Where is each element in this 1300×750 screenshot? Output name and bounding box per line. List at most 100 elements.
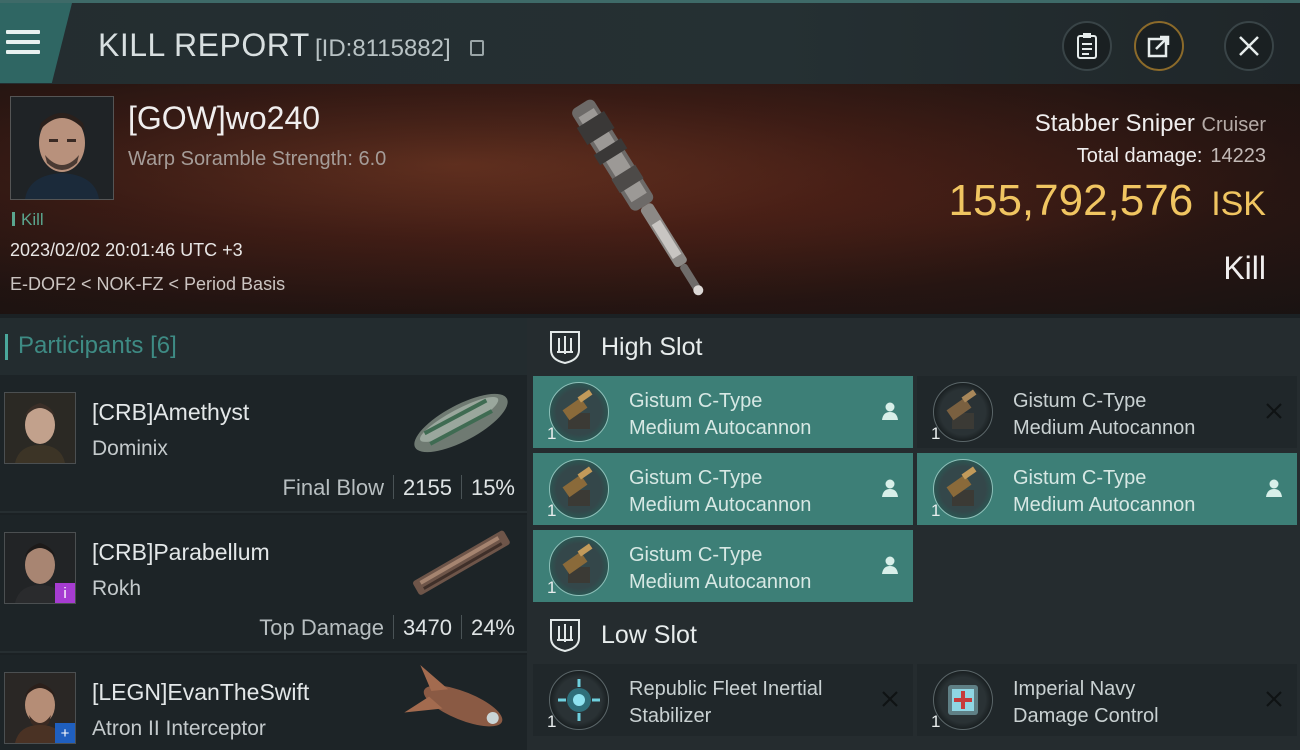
participant-damage: 3470 <box>403 615 452 640</box>
participant-avatar[interactable] <box>4 392 76 464</box>
menu-icon <box>6 30 40 54</box>
participant-ship: Rokh <box>92 577 142 600</box>
clipboard-button[interactable] <box>1062 21 1112 71</box>
module-name-line2: Stabilizer <box>629 705 712 727</box>
participants-header[interactable]: Participants [6] <box>0 318 527 375</box>
participant-ship: Atron II Interceptor <box>92 717 266 740</box>
module-quantity: 1 <box>547 501 557 520</box>
participants-label: Participants <box>18 332 144 359</box>
info-badge-icon: i <box>55 583 75 603</box>
participant-ship-render <box>404 664 503 727</box>
total-damage-label: Total damage: <box>1076 145 1203 167</box>
module-name: Gistum C-Type Medium Autocannon <box>1013 465 1195 519</box>
participant-ship-render <box>413 530 510 595</box>
module-name-line2: Medium Autocannon <box>629 494 812 516</box>
kill-timestamp: 2023/02/02 20:01:46 UTC +3 <box>10 240 243 260</box>
participant-stats: Top Damage 3470 24% <box>259 615 515 641</box>
module-name-line2: Medium Autocannon <box>1013 494 1196 516</box>
low-slot-header: Low Slot <box>527 606 1300 663</box>
destroyed-x-icon <box>1266 403 1282 419</box>
module-quantity: 1 <box>931 712 941 731</box>
module-quantity: 1 <box>547 578 557 597</box>
module-name-line1: Gistum C-Type <box>1013 467 1147 489</box>
victim-ship-class: Cruiser <box>1201 114 1266 136</box>
victim-name: [GOW]wo240 <box>128 100 321 136</box>
participant-row[interactable]: [CRB]Amethyst Dominix Final Blow 2155 15% <box>0 375 527 513</box>
share-button[interactable] <box>1134 21 1184 71</box>
share-icon <box>1147 35 1170 58</box>
module-name: Gistum C-Type Medium Autocannon <box>1013 388 1195 442</box>
module-name-line2: Medium Autocannon <box>629 417 812 439</box>
module-quantity: 1 <box>547 712 557 731</box>
damage-control-icon <box>933 670 993 730</box>
high-slot-title: High Slot <box>601 333 703 361</box>
module-name: Gistum C-Type Medium Autocannon <box>629 388 811 442</box>
module-name-line1: Gistum C-Type <box>629 390 763 412</box>
participant-ship-render <box>414 393 508 453</box>
close-icon <box>1239 36 1259 56</box>
module-item[interactable]: 1 Gistum C-Type Medium Autocannon <box>533 376 913 448</box>
kill-result: Kill <box>1223 250 1266 286</box>
module-quantity: 1 <box>931 424 941 443</box>
module-quantity: 1 <box>547 424 557 443</box>
participant-row[interactable]: i [CRB]Parabellum Rokh Top Damage 3470 24% <box>0 515 527 653</box>
high-slot-header: High Slot <box>527 318 1300 375</box>
autocannon-icon <box>933 459 993 519</box>
module-name: Gistum C-Type Medium Autocannon <box>629 465 811 519</box>
module-quantity: 1 <box>931 501 941 520</box>
kill-tag: Kill <box>12 210 44 230</box>
module-item[interactable]: 1 Gistum C-Type Medium Autocannon <box>533 453 913 525</box>
total-damage-value: 14223 <box>1210 145 1266 167</box>
kill-tag-label: Kill <box>21 210 44 229</box>
autocannon-icon <box>549 459 609 519</box>
autocannon-icon <box>549 536 609 596</box>
participant-avatar[interactable]: i <box>4 532 76 604</box>
total-damage: Total damage: 14223 <box>1077 145 1266 168</box>
module-item[interactable]: 1 Gistum C-Type Medium Autocannon <box>917 453 1297 525</box>
dropped-person-icon <box>882 479 898 497</box>
victim-ship-name: Stabber Sniper <box>1034 110 1195 137</box>
inertial-stabilizer-icon <box>549 670 609 730</box>
participant-role: Top Damage <box>259 615 384 640</box>
victim-avatar[interactable] <box>10 96 114 200</box>
dropped-person-icon <box>882 402 898 420</box>
module-item[interactable]: 1 Gistum C-Type Medium Autocannon <box>917 376 1297 448</box>
close-button[interactable] <box>1224 21 1274 71</box>
dropped-person-icon <box>882 556 898 574</box>
participant-percent: 15% <box>470 475 515 500</box>
participant-avatar[interactable]: + <box>4 672 76 744</box>
destroyed-x-icon <box>882 691 898 707</box>
participant-name: [LEGN]EvanTheSwift <box>92 679 310 705</box>
participant-role: Final Blow <box>282 475 384 500</box>
module-item[interactable]: 1 Gistum C-Type Medium Autocannon <box>533 530 913 602</box>
scramble-strength: Warp Soramble Strength: 6.0 <box>128 148 387 170</box>
module-name-line1: Gistum C-Type <box>629 544 763 566</box>
module-name-line2: Damage Control <box>1013 705 1159 727</box>
module-name-line1: Gistum C-Type <box>1013 390 1147 412</box>
kill-location: E-DOF2 < NOK-FZ < Period Basis <box>10 274 286 294</box>
menu-button[interactable] <box>0 3 72 83</box>
module-name: Imperial Navy Damage Control <box>1013 676 1159 730</box>
participant-stats: Final Blow 2155 15% <box>283 475 515 501</box>
participant-percent: 24% <box>470 615 515 640</box>
isk-unit: ISK <box>1211 185 1266 223</box>
participants-count: [6] <box>150 332 177 359</box>
copy-icon[interactable] <box>470 40 484 56</box>
plus-badge-icon: + <box>55 723 75 743</box>
module-name-line1: Imperial Navy <box>1013 678 1136 700</box>
participant-row[interactable]: + [LEGN]EvanTheSwift Atron II Intercepto… <box>0 655 527 750</box>
destroyed-x-icon <box>1266 691 1282 707</box>
victim-ship: Stabber Sniper Cruiser <box>1035 110 1266 138</box>
low-slot-icon <box>550 619 580 652</box>
clipboard-icon <box>1077 33 1097 59</box>
autocannon-icon <box>549 382 609 442</box>
isk-value: 155,792,576 ISK <box>949 176 1267 226</box>
module-item[interactable]: 1 Imperial Navy Damage Control <box>917 664 1297 736</box>
participant-name: [CRB]Amethyst <box>92 399 250 425</box>
dropped-person-icon <box>1266 479 1282 497</box>
module-name-line2: Medium Autocannon <box>1013 417 1196 439</box>
module-name: Republic Fleet Inertial Stabilizer <box>629 676 822 730</box>
module-item[interactable]: 1 Republic Fleet Inertial Stabilizer <box>533 664 913 736</box>
module-name-line2: Medium Autocannon <box>629 571 812 593</box>
report-id: [ID:8115882] <box>315 35 451 62</box>
